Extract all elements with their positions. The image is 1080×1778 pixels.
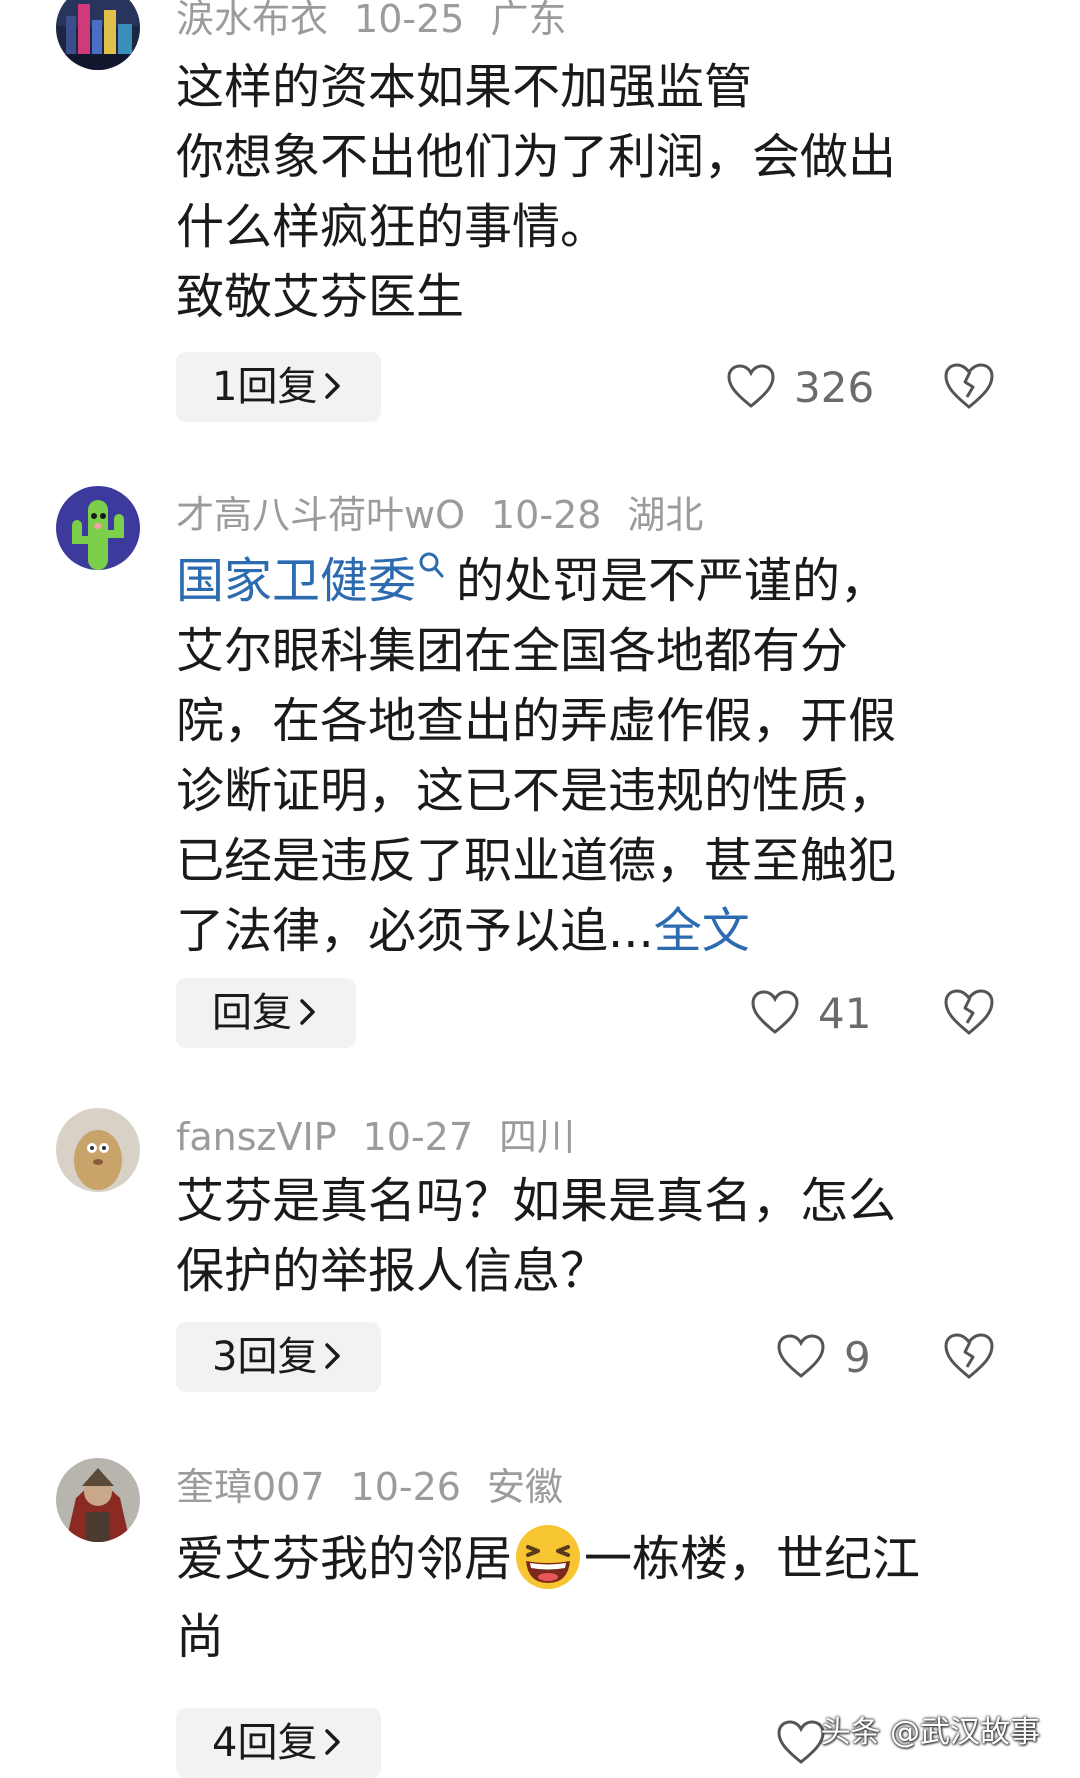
chevron-right-icon	[300, 999, 315, 1025]
reply-label: 1回复	[212, 364, 318, 410]
comment-text: 爱艾芬我的邻居 一栋楼，世纪江 尚	[176, 1520, 1026, 1676]
comment-line: 致敬艾芬医生	[176, 269, 465, 325]
comment-text: 这样的资本如果不加强监管 你想象不出他们为了利润，会做出 什么样疯狂的事情。 致…	[176, 52, 1026, 332]
comment-line: 艾芬是真名吗？如果是真名，怎么	[176, 1173, 897, 1229]
username[interactable]: fanszVIP	[176, 1115, 337, 1159]
comment-date: 10-25	[354, 0, 465, 41]
topic-link[interactable]: 国家卫健委	[176, 553, 416, 609]
reply-label: 回复	[212, 990, 292, 1036]
search-icon	[419, 552, 444, 578]
chevron-right-icon	[325, 1343, 341, 1369]
comment-line: 国家卫健委 的处罚是不严谨的，	[176, 546, 1026, 616]
comment-line: 了法律，必须予以追...全文	[176, 896, 1026, 966]
like-button[interactable]: 41	[750, 978, 871, 1048]
comment-line: 尚	[176, 1609, 225, 1665]
comment-line: 你想象不出他们为了利润，会做出	[176, 129, 897, 185]
avatar[interactable]	[56, 1108, 140, 1192]
comment-line: 院，在各地查出的弄虚作假，开假	[176, 693, 897, 749]
like-button[interactable]	[776, 1708, 826, 1778]
comment-region: 安徽	[486, 1465, 563, 1509]
username[interactable]: 奎璋007	[176, 1465, 325, 1509]
heart-icon	[777, 1720, 825, 1764]
comment-line: 保护的举报人信息？	[176, 1243, 609, 1299]
comment-line: 什么样疯狂的事情。	[176, 199, 609, 255]
heart-icon	[751, 990, 799, 1034]
comment-line-start: 爱艾芬我的邻居	[176, 1531, 513, 1587]
comment-meta: fanszVIP 10-27 四川	[176, 1112, 601, 1162]
comment-line: 爱艾芬我的邻居 一栋楼，世纪江	[176, 1520, 1026, 1598]
chevron-right-icon	[325, 1729, 341, 1755]
comment-region: 四川	[499, 1115, 576, 1159]
heart-icon	[727, 364, 775, 408]
reply-button[interactable]: 4回复	[176, 1708, 382, 1778]
avatar[interactable]	[56, 486, 140, 570]
username[interactable]: 涙水布衣	[176, 0, 328, 41]
comment-text: 国家卫健委 的处罚是不严谨的， 艾尔眼科集团在全国各地都有分 院，在各地查出的弄虚…	[176, 546, 1026, 966]
reply-label: 4回复	[212, 1720, 318, 1766]
comment-text: 艾芬是真名吗？如果是真名，怎么 保护的举报人信息？	[176, 1166, 1026, 1306]
comment-region: 湖北	[627, 493, 704, 537]
warrior-avatar-icon	[56, 1458, 140, 1542]
comment-line-end: 一栋楼，世纪江	[584, 1531, 921, 1587]
truncated-text: 了法律，必须予以追...	[176, 903, 654, 959]
comment-line-rest: 的处罚是不严谨的，	[456, 553, 889, 609]
comment-meta: 涙水布衣 10-25 广东	[176, 0, 592, 44]
username[interactable]: 才高八斗荷叶wO	[176, 493, 465, 537]
like-count: 9	[844, 1332, 871, 1382]
reply-button[interactable]: 3回复	[176, 1322, 382, 1392]
dislike-button[interactable]	[942, 1330, 996, 1384]
comment-line: 这样的资本如果不加强监管	[176, 59, 753, 115]
watermark: 头条 @武汉故事	[820, 1715, 1040, 1750]
comment-line: 诊断证明，这已不是违规的性质，	[176, 763, 897, 819]
city-night-avatar-icon	[56, 0, 140, 70]
comment-line: 艾尔眼科集团在全国各地都有分	[176, 623, 849, 679]
comment-meta: 奎璋007 10-26 安徽	[176, 1462, 589, 1512]
comment-date: 10-26	[350, 1465, 461, 1509]
comment-region: 广东	[490, 0, 567, 41]
like-button[interactable]: 9	[776, 1322, 871, 1392]
chevron-right-icon	[325, 373, 341, 399]
like-count: 41	[818, 988, 872, 1038]
cartoon-avatar-icon	[56, 1108, 140, 1192]
broken-heart-icon	[944, 1333, 994, 1379]
dislike-button[interactable]	[942, 986, 996, 1040]
laughing-emoji-icon	[516, 1525, 581, 1589]
comment-date: 10-27	[362, 1115, 474, 1159]
cactus-avatar-icon	[56, 486, 140, 570]
expand-full-text-link[interactable]: 全文	[654, 903, 750, 959]
dislike-button[interactable]	[942, 360, 996, 414]
comment-meta: 才高八斗荷叶wO 10-28 湖北	[176, 490, 729, 540]
avatar[interactable]	[56, 0, 140, 70]
like-button[interactable]: 326	[726, 352, 874, 422]
reply-label: 3回复	[212, 1334, 318, 1380]
reply-button[interactable]: 回复	[176, 978, 356, 1048]
broken-heart-icon	[944, 989, 994, 1035]
comment-date: 10-28	[491, 493, 602, 537]
heart-icon	[777, 1334, 825, 1378]
avatar[interactable]	[56, 1458, 140, 1542]
reply-button[interactable]: 1回复	[176, 352, 382, 422]
like-count: 326	[794, 362, 875, 412]
comment-line: 已经是违反了职业道德，甚至触犯	[176, 833, 897, 889]
broken-heart-icon	[944, 363, 994, 409]
